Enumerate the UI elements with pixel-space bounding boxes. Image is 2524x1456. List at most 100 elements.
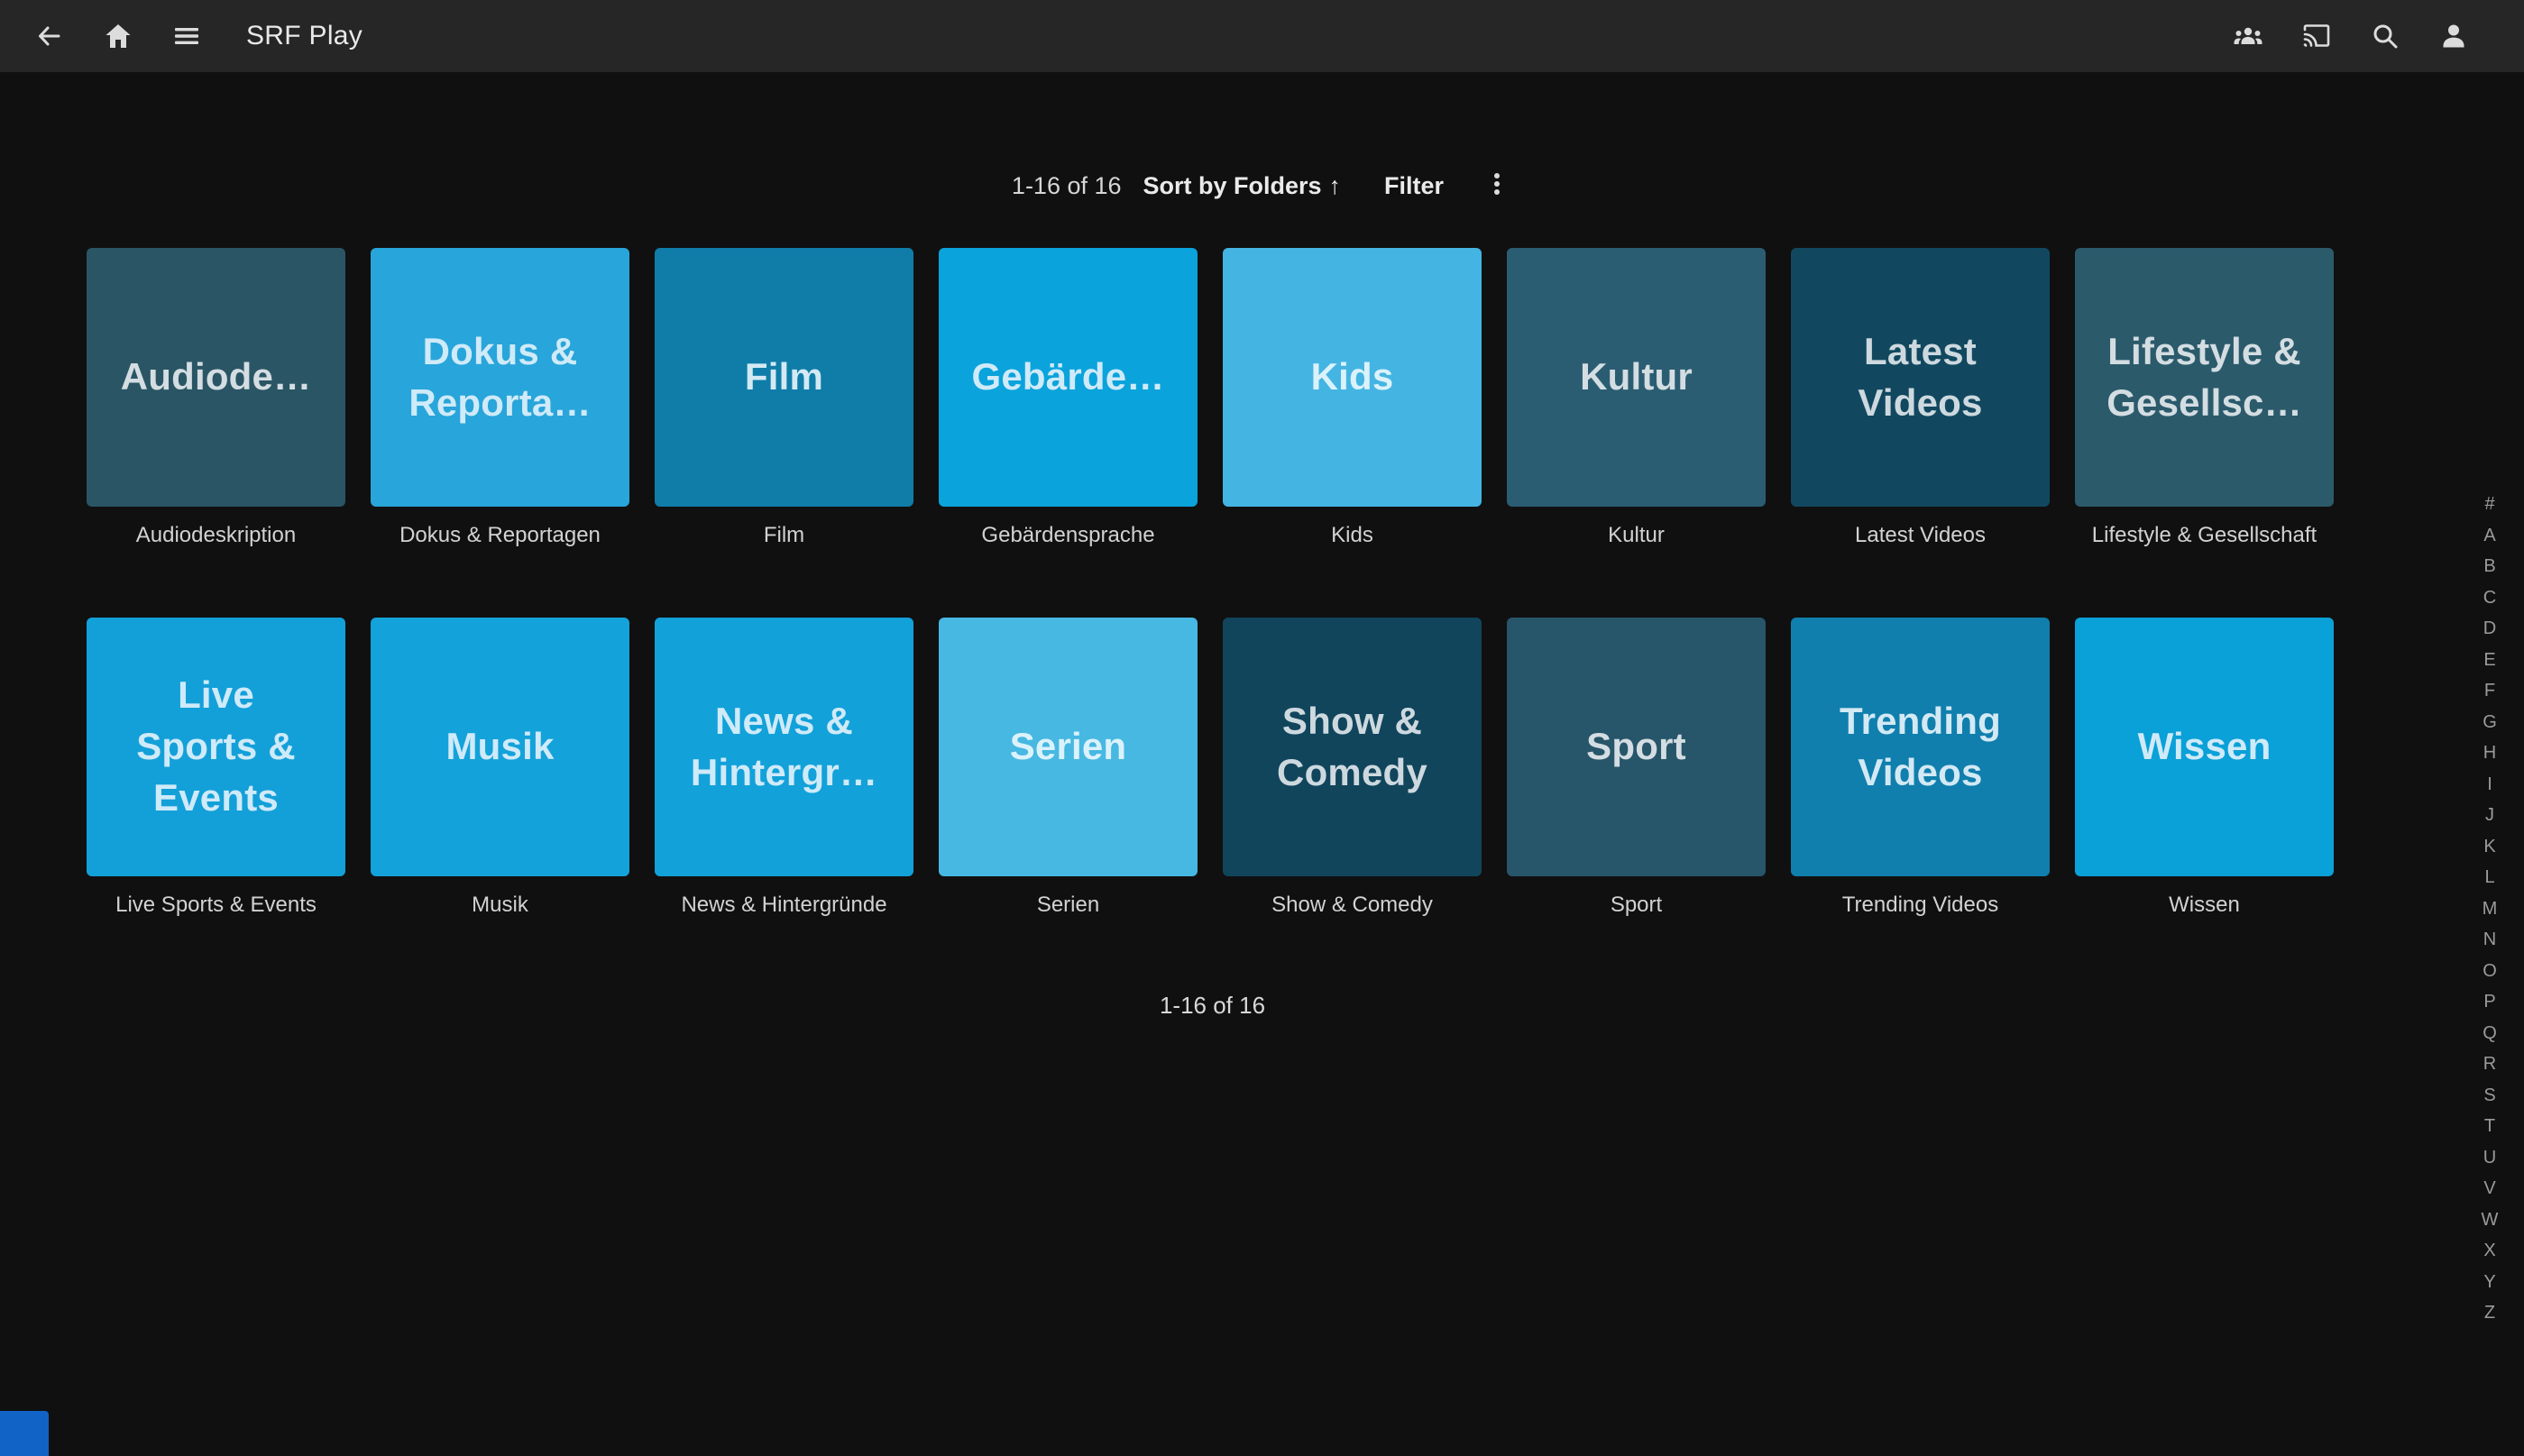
alphabet-picker-letter[interactable]: P xyxy=(2470,986,2510,1018)
library-folder-item[interactable]: Trending Videos Trending Videos xyxy=(1791,618,2050,920)
user-button[interactable] xyxy=(2438,21,2469,51)
alphabet-picker-letter[interactable]: R xyxy=(2470,1049,2510,1080)
tile-card[interactable]: Show & Comedy xyxy=(1223,618,1482,876)
alphabet-picker: # A B C D E F G H I J K L M N O P Q R S … xyxy=(2470,489,2510,1329)
library-folder-item[interactable]: Sport Sport xyxy=(1507,618,1766,920)
library-folder-item[interactable]: Serien Serien xyxy=(939,618,1198,920)
tile-card[interactable]: Latest Videos xyxy=(1791,248,2050,507)
alphabet-picker-letter[interactable]: X xyxy=(2470,1235,2510,1267)
alphabet-picker-letter[interactable]: O xyxy=(2470,956,2510,987)
tile-label: Musik xyxy=(472,893,528,920)
alphabet-picker-letter[interactable]: T xyxy=(2470,1111,2510,1142)
back-arrow-icon xyxy=(34,21,65,51)
tile-label: Lifestyle & Gesellschaft xyxy=(2092,523,2317,550)
back-button[interactable] xyxy=(34,21,65,51)
alphabet-picker-letter[interactable]: M xyxy=(2470,893,2510,925)
tile-card[interactable]: Lifestyle & Gesellsc… xyxy=(2075,248,2334,507)
alphabet-picker-letter[interactable]: W xyxy=(2470,1204,2510,1236)
tile-title: Film xyxy=(745,352,823,403)
alphabet-picker-letter[interactable]: K xyxy=(2470,831,2510,863)
alphabet-picker-letter[interactable]: H xyxy=(2470,737,2510,769)
library-folder-item[interactable]: Film Film xyxy=(655,248,913,550)
syncplay-button[interactable] xyxy=(2233,21,2263,51)
tile-card[interactable]: Kultur xyxy=(1507,248,1766,507)
library-folder-item[interactable]: Gebärde… Gebärdensprache xyxy=(939,248,1198,550)
library-folder-item[interactable]: Audiode… Audiodeskription xyxy=(87,248,345,550)
tile-label: Serien xyxy=(1037,893,1099,920)
tile-title: Trending Videos xyxy=(1840,696,2001,798)
tile-card[interactable]: Trending Videos xyxy=(1791,618,2050,876)
tile-label: Wissen xyxy=(2169,893,2240,920)
tile-card[interactable]: Musik xyxy=(371,618,629,876)
alphabet-picker-letter[interactable]: A xyxy=(2470,520,2510,552)
tile-card[interactable]: Audiode… xyxy=(87,248,345,507)
library-folder-item[interactable]: Kids Kids xyxy=(1223,248,1482,550)
library-folder-item[interactable]: Latest Videos Latest Videos xyxy=(1791,248,2050,550)
alphabet-picker-letter[interactable]: J xyxy=(2470,800,2510,831)
alphabet-picker-letter[interactable]: B xyxy=(2470,551,2510,582)
tile-card[interactable]: News & Hintergr… xyxy=(655,618,913,876)
sort-button[interactable]: Sort by Folders ↑ xyxy=(1143,172,1342,200)
alphabet-picker-letter[interactable]: F xyxy=(2470,675,2510,707)
tile-card[interactable]: Sport xyxy=(1507,618,1766,876)
alphabet-picker-letter[interactable]: V xyxy=(2470,1173,2510,1204)
library-folder-item[interactable]: Musik Musik xyxy=(371,618,629,920)
tile-card[interactable]: Serien xyxy=(939,618,1198,876)
menu-button[interactable] xyxy=(171,21,202,51)
tile-title: Musik xyxy=(445,721,554,773)
library-grid: Audiode… Audiodeskription Dokus & Report… xyxy=(87,248,2334,920)
tile-label: Gebärdensprache xyxy=(981,523,1154,550)
tile-card[interactable]: Dokus & Reporta… xyxy=(371,248,629,507)
sort-button-label: Sort by Folders xyxy=(1143,172,1322,200)
header-right-group xyxy=(2214,21,2488,51)
library-folder-item[interactable]: Lifestyle & Gesellsc… Lifestyle & Gesell… xyxy=(2075,248,2334,550)
tile-card[interactable]: Wissen xyxy=(2075,618,2334,876)
tile-title: Kids xyxy=(1311,352,1394,403)
alphabet-picker-letter[interactable]: D xyxy=(2470,613,2510,645)
overflow-menu-button[interactable] xyxy=(1482,170,1512,201)
top-app-bar: SRF Play xyxy=(0,0,2524,72)
tile-title: Kultur xyxy=(1580,352,1693,403)
alphabet-picker-letter[interactable]: Q xyxy=(2470,1018,2510,1049)
tile-title: Dokus & Reporta… xyxy=(408,326,591,428)
cast-button[interactable] xyxy=(2301,21,2332,51)
tile-card[interactable]: Kids xyxy=(1223,248,1482,507)
tile-title: Audiode… xyxy=(121,352,312,403)
filter-button[interactable]: Filter xyxy=(1384,172,1444,200)
alphabet-picker-letter[interactable]: C xyxy=(2470,582,2510,614)
tile-label: Sport xyxy=(1611,893,1662,920)
library-folder-item[interactable]: Dokus & Reporta… Dokus & Reportagen xyxy=(371,248,629,550)
sort-ascending-arrow-icon: ↑ xyxy=(1329,172,1342,200)
item-count-bottom: 1-16 of 16 xyxy=(0,992,2425,1020)
alphabet-picker-letter[interactable]: E xyxy=(2470,645,2510,676)
library-folder-item[interactable]: Wissen Wissen xyxy=(2075,618,2334,920)
alphabet-picker-letter[interactable]: S xyxy=(2470,1080,2510,1112)
home-button[interactable] xyxy=(103,21,133,51)
library-folder-item[interactable]: Kultur Kultur xyxy=(1507,248,1766,550)
alphabet-picker-letter[interactable]: U xyxy=(2470,1142,2510,1174)
tile-title: Show & Comedy xyxy=(1277,696,1427,798)
tile-label: Show & Comedy xyxy=(1271,893,1433,920)
tile-label: Dokus & Reportagen xyxy=(399,523,601,550)
alphabet-picker-letter[interactable]: G xyxy=(2470,707,2510,738)
tile-card[interactable]: Film xyxy=(655,248,913,507)
tile-title: Live Sports & Events xyxy=(136,670,296,823)
alphabet-picker-letter[interactable]: N xyxy=(2470,924,2510,956)
alphabet-picker-letter[interactable]: Y xyxy=(2470,1267,2510,1298)
corner-accent xyxy=(0,1411,49,1456)
user-icon xyxy=(2438,21,2469,51)
cast-icon xyxy=(2301,21,2332,51)
alphabet-picker-letter[interactable]: Z xyxy=(2470,1297,2510,1329)
tile-card[interactable]: Gebärde… xyxy=(939,248,1198,507)
alphabet-picker-letter[interactable]: # xyxy=(2470,489,2510,520)
alphabet-picker-letter[interactable]: L xyxy=(2470,862,2510,893)
library-folder-item[interactable]: Show & Comedy Show & Comedy xyxy=(1223,618,1482,920)
tile-title: News & Hintergr… xyxy=(691,696,877,798)
library-folder-item[interactable]: News & Hintergr… News & Hintergründe xyxy=(655,618,913,920)
search-button[interactable] xyxy=(2370,21,2400,51)
tile-card[interactable]: Live Sports & Events xyxy=(87,618,345,876)
header-left-group: SRF Play xyxy=(34,21,363,51)
tile-title: Wissen xyxy=(2138,721,2272,773)
alphabet-picker-letter[interactable]: I xyxy=(2470,769,2510,801)
library-folder-item[interactable]: Live Sports & Events Live Sports & Event… xyxy=(87,618,345,920)
